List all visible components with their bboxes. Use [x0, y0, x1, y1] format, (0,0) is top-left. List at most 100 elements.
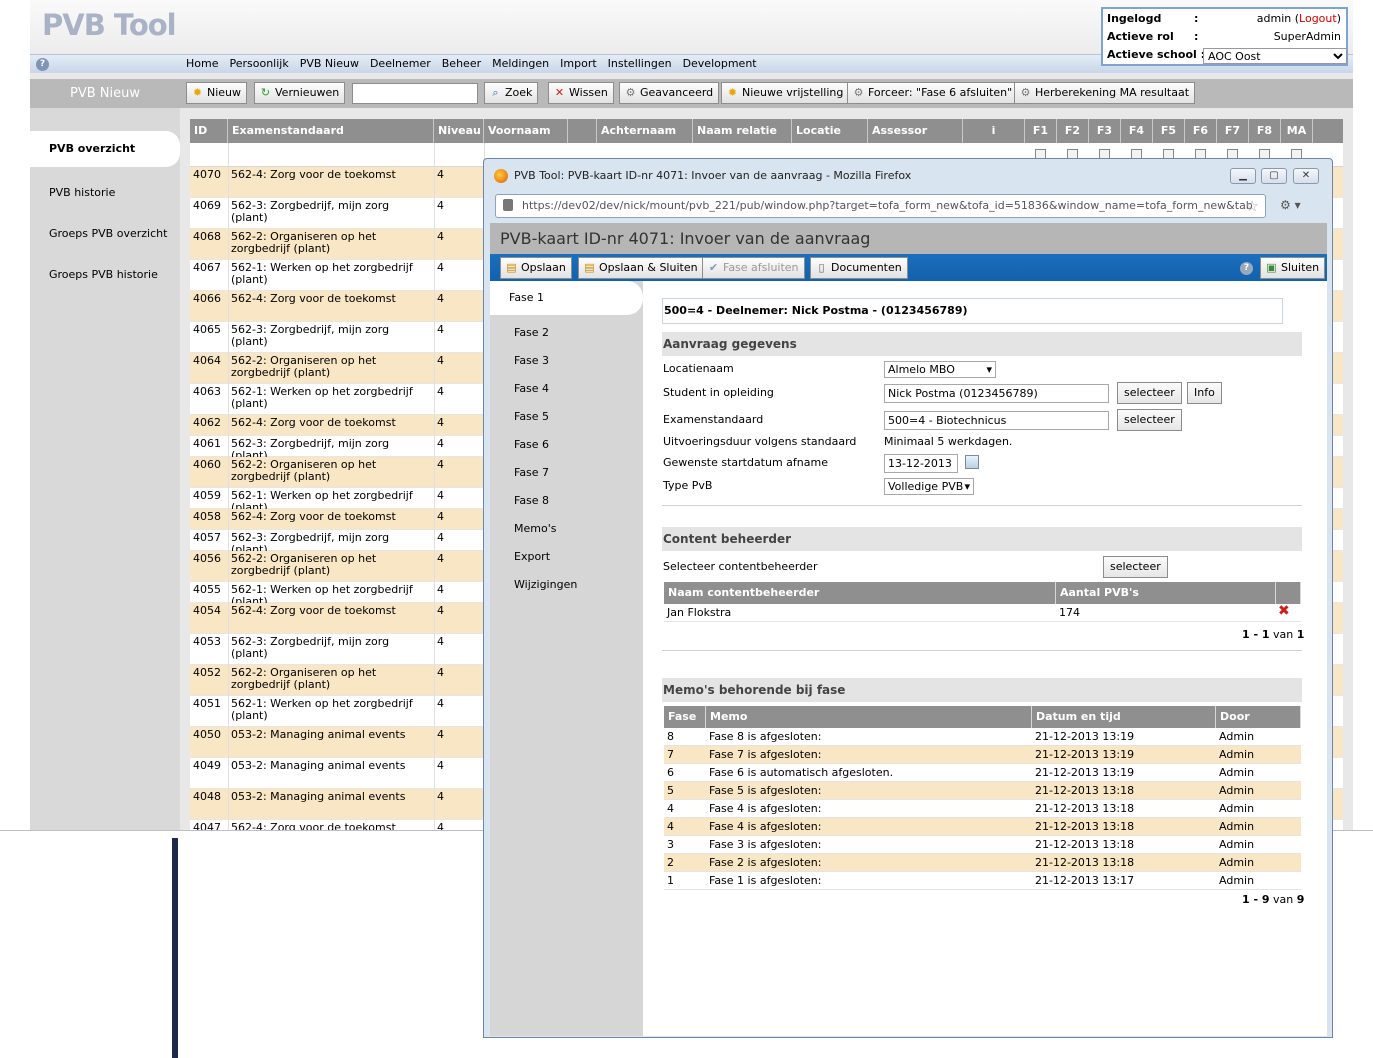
- popup-toolbar: ▤ Opslaan ▤ Opslaan & Sluiten ✔ Fase afslui…: [490, 254, 1327, 281]
- search-input[interactable]: [352, 83, 478, 104]
- sidebar-item-groeps-pvb-overzicht[interactable]: Groeps PVB overzicht: [30, 219, 180, 249]
- menu-meldingen[interactable]: Meldingen: [492, 57, 549, 70]
- cell-niv: 4: [437, 728, 444, 741]
- phase-form: 500=4 - Deelnemer: Nick Postma - (012345…: [662, 281, 1312, 1036]
- help-icon[interactable]: ?: [36, 58, 49, 71]
- memo-col-datum-en-tijd[interactable]: Datum en tijd: [1032, 706, 1216, 728]
- tab-fase-4[interactable]: Fase 4: [490, 375, 643, 403]
- select-student-button[interactable]: selecteer: [1117, 382, 1182, 404]
- tab-fase-2[interactable]: Fase 2: [490, 319, 643, 347]
- participant-banner: 500=4 - Deelnemer: Nick Postma - (012345…: [662, 298, 1283, 324]
- save-close-button[interactable]: ▤ Opslaan & Sluiten: [578, 257, 704, 279]
- tab-wijzigingen[interactable]: Wijzigingen: [490, 571, 643, 599]
- tab-fase-6[interactable]: Fase 6: [490, 431, 643, 459]
- col-header-f4[interactable]: F4: [1121, 119, 1153, 143]
- tab-export[interactable]: Export: [490, 543, 643, 571]
- memo-cell-door: Admin: [1219, 856, 1255, 869]
- memo-cell-fase: 7: [667, 748, 674, 761]
- close-button[interactable]: ▣ Sluiten: [1260, 257, 1326, 279]
- select-exam-button[interactable]: selecteer: [1117, 409, 1182, 431]
- col-header-examenstandaard[interactable]: Examenstandaard: [228, 119, 434, 143]
- col-header-id[interactable]: ID: [190, 119, 228, 143]
- search-button[interactable]: ⌕ Zoek: [484, 82, 539, 104]
- url-bar[interactable]: https://dev02/dev/nick/mount/pvb_221/pub…: [495, 194, 1266, 218]
- col-header-blank[interactable]: [568, 119, 597, 143]
- exam-input[interactable]: 500=4 - Biotechnicus: [884, 411, 1109, 430]
- sidebar-item-groeps-pvb-historie[interactable]: Groeps PVB historie: [30, 260, 180, 290]
- refresh-button[interactable]: ↻ Vernieuwen: [254, 82, 346, 104]
- col-header-f5[interactable]: F5: [1153, 119, 1185, 143]
- menu-development[interactable]: Development: [683, 57, 757, 70]
- new-button[interactable]: ✹ Nieuw: [186, 82, 248, 104]
- new-exemption-button[interactable]: ✹ Nieuwe vrijstelling: [721, 82, 850, 104]
- cell-ex: 562-1: Werken op het zorgbedrijf (plant): [231, 385, 413, 410]
- location-select[interactable]: Almelo MBO: [884, 361, 996, 378]
- col-header-f3[interactable]: F3: [1089, 119, 1121, 143]
- menu-deelnemer[interactable]: Deelnemer: [370, 57, 431, 70]
- menu-instellingen[interactable]: Instellingen: [608, 57, 672, 70]
- help-icon[interactable]: ?: [1240, 262, 1253, 275]
- startdate-label: Gewenste startdatum afname: [663, 456, 828, 469]
- close-phase-button-label: Fase afsluiten: [723, 261, 799, 274]
- col-header-f7[interactable]: F7: [1217, 119, 1249, 143]
- startdate-input[interactable]: 13-12-2013: [884, 454, 958, 473]
- menu-home[interactable]: Home: [186, 57, 218, 70]
- documents-button[interactable]: ▯ Documenten: [810, 257, 908, 279]
- menu-persoonlijk[interactable]: Persoonlijk: [229, 57, 288, 70]
- info-button[interactable]: Info: [1187, 382, 1222, 404]
- select-content-button[interactable]: selecteer: [1103, 556, 1168, 578]
- col-header-achternaam[interactable]: Achternaam: [597, 119, 693, 143]
- menu-import[interactable]: Import: [560, 57, 597, 70]
- calendar-icon[interactable]: [965, 455, 979, 469]
- window-close-button[interactable]: ✕: [1293, 168, 1319, 184]
- menu-beheer[interactable]: Beheer: [442, 57, 481, 70]
- col-header-voornaam[interactable]: Voornaam: [484, 119, 568, 143]
- col-header-info[interactable]: i: [963, 119, 1025, 143]
- col-header-f6[interactable]: F6: [1185, 119, 1217, 143]
- tab-fase-1[interactable]: Fase 1: [490, 281, 643, 315]
- col-header-locatie[interactable]: Locatie: [792, 119, 868, 143]
- memo-col-fase[interactable]: Fase: [664, 706, 706, 728]
- col-header-ma[interactable]: MA: [1281, 119, 1313, 143]
- memo-col-door[interactable]: Door: [1216, 706, 1301, 728]
- tab-fase-7[interactable]: Fase 7: [490, 459, 643, 487]
- col-header-niveau[interactable]: Niveau: [434, 119, 484, 143]
- cell-niv: 4: [437, 821, 444, 831]
- col-header-f1[interactable]: F1: [1025, 119, 1057, 143]
- sun-icon: ✹: [192, 86, 203, 99]
- cell-id: 4067: [193, 261, 221, 274]
- sidebar-item-pvb-overzicht[interactable]: PVB overzicht: [30, 131, 180, 167]
- minimize-button[interactable]: ▁: [1230, 168, 1256, 184]
- col-header-f2[interactable]: F2: [1057, 119, 1089, 143]
- cell-niv: 4: [437, 199, 444, 212]
- logout-link[interactable]: Logout: [1299, 12, 1337, 25]
- clear-button[interactable]: ✕ Wissen: [548, 82, 614, 104]
- memo-col-memo[interactable]: Memo: [706, 706, 1032, 728]
- cell-niv: 4: [437, 790, 444, 803]
- tab-memo-s[interactable]: Memo's: [490, 515, 643, 543]
- cell-ex: 562-4: Zorg voor de toekomst: [231, 416, 396, 429]
- star-icon[interactable]: ☆: [1246, 195, 1259, 217]
- colon: :: [1194, 12, 1199, 25]
- type-select[interactable]: Volledige PVB: [884, 478, 974, 495]
- memo-cell-datum-en-tijd: 21-12-2013 13:17: [1035, 874, 1135, 887]
- col-header-f8[interactable]: F8: [1249, 119, 1281, 143]
- save-button[interactable]: ▤ Opslaan: [500, 257, 572, 279]
- student-input[interactable]: Nick Postma (0123456789): [884, 384, 1109, 403]
- school-select[interactable]: AOC Oost: [1203, 48, 1347, 64]
- recalc-ma-button[interactable]: ⚙ Herberekening MA resultaat: [1014, 82, 1196, 104]
- col-header-naam-relatie[interactable]: Naam relatie: [693, 119, 792, 143]
- menu-pvb-nieuw[interactable]: PVB Nieuw: [300, 57, 359, 70]
- tab-fase-8[interactable]: Fase 8: [490, 487, 643, 515]
- delete-icon[interactable]: ✖: [1278, 603, 1290, 619]
- force-phase6-button[interactable]: ⚙ Forceer: "Fase 6 afsluiten": [847, 82, 1019, 104]
- close-phase-button[interactable]: ✔ Fase afsluiten: [702, 257, 805, 279]
- advanced-button[interactable]: ⚙ Geavanceerd: [619, 82, 720, 104]
- sidebar-item-pvb-historie[interactable]: PVB historie: [30, 178, 180, 208]
- maximize-button[interactable]: ▢: [1261, 168, 1287, 184]
- addon-icon[interactable]: ⚙ ▾: [1280, 198, 1301, 212]
- col-header-assessor[interactable]: Assessor: [868, 119, 963, 143]
- tab-fase-5[interactable]: Fase 5: [490, 403, 643, 431]
- tab-fase-3[interactable]: Fase 3: [490, 347, 643, 375]
- memo-cell-memo: Fase 4 is afgesloten:: [709, 820, 822, 833]
